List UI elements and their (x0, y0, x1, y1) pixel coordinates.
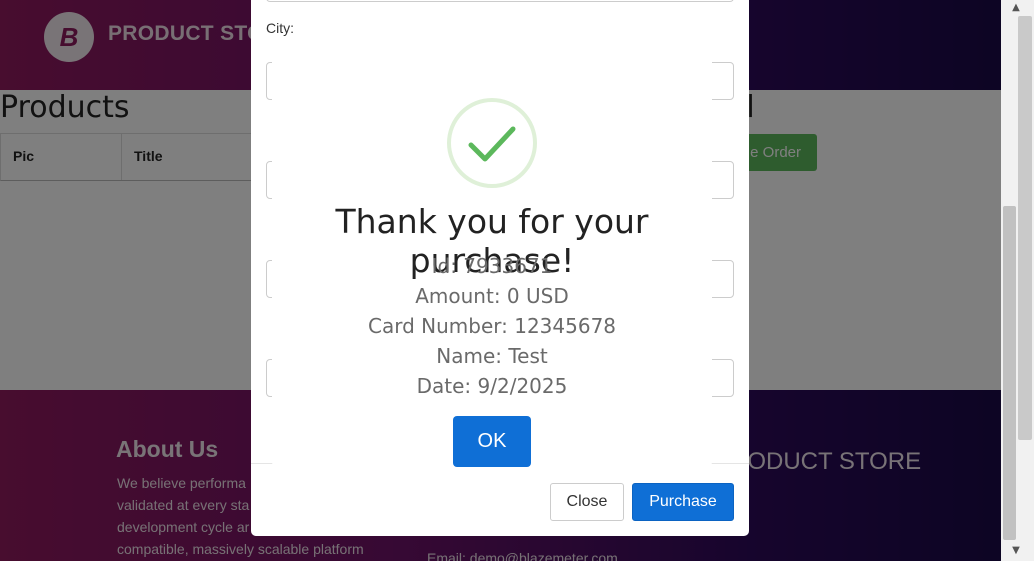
purchase-confirmation-alert: Thank you for your purchase! Id: 7933671… (272, 44, 712, 467)
order-id: Id: 7933671 (431, 254, 553, 278)
arrow-down-icon[interactable]: ▼ (1004, 545, 1028, 559)
order-amount: Amount: 0 USD (415, 284, 569, 308)
city-label: City: (266, 20, 294, 36)
arrow-up-icon[interactable]: ▲ (1004, 2, 1028, 16)
success-icon-circle (447, 98, 537, 188)
check-icon (468, 126, 516, 162)
country-input[interactable] (266, 0, 734, 2)
purchase-button[interactable]: Purchase (632, 483, 734, 521)
ok-button[interactable]: OK (453, 416, 531, 467)
page: B PRODUCT STORE Products al Pic Title e … (0, 0, 1001, 561)
scrollbar-thumb[interactable] (1003, 206, 1016, 540)
card-number: Card Number: 12345678 (367, 314, 617, 338)
customer-name: Name: Test (436, 344, 548, 368)
close-button[interactable]: Close (550, 483, 624, 521)
scrollbar-track[interactable] (1018, 16, 1032, 440)
order-date: Date: 9/2/2025 (416, 374, 568, 398)
alert-details: Id: 7933671 Amount: 0 USD Card Number: 1… (272, 251, 712, 401)
